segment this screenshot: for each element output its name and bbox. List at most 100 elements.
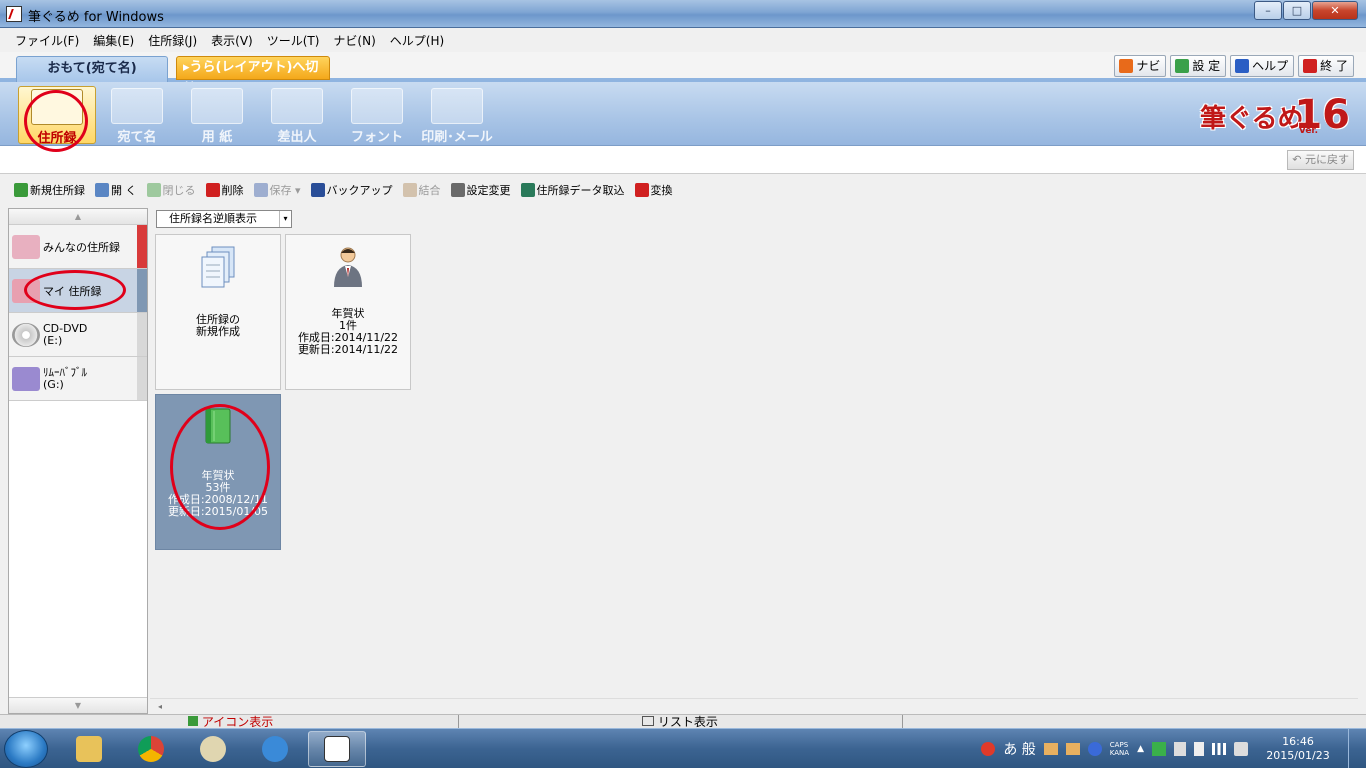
- sort-order-select[interactable]: 住所録名逆順表示 ▾: [156, 210, 292, 228]
- toolbar-item-5[interactable]: バックアップ: [310, 182, 393, 198]
- taskbar-chrome[interactable]: [122, 731, 180, 767]
- usb-icon[interactable]: [1194, 742, 1204, 756]
- toolbar-item-6: 結合: [402, 182, 441, 198]
- folder-icon: [76, 736, 102, 762]
- exit-button[interactable]: 終 了: [1298, 55, 1354, 77]
- toolbar-icon: [450, 183, 465, 197]
- taskbar-fudegurume[interactable]: [308, 731, 366, 767]
- scroll-down-button[interactable]: ▼: [9, 697, 147, 713]
- exit-x-icon: [1303, 59, 1318, 73]
- ribbon-sender[interactable]: 差出人: [258, 86, 336, 145]
- paper-icon: [191, 88, 243, 124]
- pen-icon[interactable]: [1174, 742, 1186, 756]
- location-pane: ▲ みんなの住所録 マイ 住所録 CD-DVD (E:) ﾘﾑｰﾊﾞﾌﾞﾙ (G…: [8, 208, 148, 714]
- ribbon-paper[interactable]: 用 紙: [178, 86, 256, 145]
- taskbar-explorer[interactable]: [60, 731, 118, 767]
- minimize-button[interactable]: –: [1254, 1, 1282, 20]
- person-icon: [334, 247, 362, 287]
- taskbar-ie[interactable]: [246, 731, 304, 767]
- ime-tools-icon[interactable]: [1065, 743, 1080, 755]
- menu-bar: ファイル(F) 編集(E) 住所録(J) 表示(V) ツール(T) ナビ(N) …: [0, 28, 1366, 52]
- ribbon-font[interactable]: フォント: [338, 86, 416, 145]
- ime-icon[interactable]: [981, 742, 996, 756]
- volume-muted-icon[interactable]: [1234, 742, 1248, 756]
- taskbar: あ 般 CAPS KANA ▲ 16:46 2015/01/23: [0, 728, 1366, 768]
- undo-icon: ↶: [1292, 153, 1302, 166]
- new-address-book-card[interactable]: 住所録の 新規作成: [155, 234, 281, 390]
- toolbar-item-3[interactable]: 削除: [205, 182, 244, 198]
- horizontal-scrollbar[interactable]: ◂: [150, 698, 1358, 714]
- divider: [902, 715, 903, 729]
- tab-back-side[interactable]: ▸うら(レイアウト)へ切替: [176, 56, 330, 97]
- sidebar-item-my-address-book[interactable]: マイ 住所録: [9, 269, 147, 313]
- toolbar-item-1[interactable]: 開 く: [95, 182, 137, 198]
- cd-icon: [12, 323, 40, 347]
- toolbar-item-4: 保存 ▾: [253, 182, 301, 198]
- toolbar-icon: [634, 183, 649, 197]
- toolbar-icon: [205, 183, 220, 197]
- menu-edit[interactable]: 編集(E): [86, 32, 141, 49]
- scroll-up-button[interactable]: ▲: [9, 209, 147, 225]
- navi-button[interactable]: ナビ: [1114, 55, 1167, 77]
- start-button[interactable]: [4, 730, 48, 768]
- flag-icon[interactable]: [1152, 742, 1166, 756]
- close-button[interactable]: ✕: [1312, 1, 1358, 20]
- ribbon: 住所録 宛て名 用 紙 差出人 フォント 印刷･メール 筆ぐるめ 16 Ver.: [0, 82, 1366, 146]
- clock[interactable]: 16:46 2015/01/23: [1256, 735, 1340, 763]
- toolbar-icon: [146, 183, 161, 197]
- toolbar-item-0[interactable]: 新規住所録: [14, 182, 85, 198]
- toolbar-item-9[interactable]: 変換: [634, 182, 673, 198]
- toolbar-icon: [253, 183, 268, 197]
- network-signal-icon[interactable]: [1212, 743, 1226, 755]
- ie-icon: [262, 736, 288, 762]
- app-window: 筆ぐるめ for Windows – □ ✕ ファイル(F) 編集(E) 住所録…: [0, 0, 1366, 729]
- icon-view-tab[interactable]: アイコン表示: [188, 716, 273, 728]
- undo-row: ↶ 元に戻す: [0, 146, 1366, 174]
- title-bar[interactable]: 筆ぐるめ for Windows – □ ✕: [0, 0, 1366, 28]
- sidebar-item-cd-dvd[interactable]: CD-DVD (E:): [9, 313, 147, 357]
- list-view-tab[interactable]: リスト表示: [642, 716, 718, 728]
- sidebar-item-shared-address-book[interactable]: みんなの住所録: [9, 225, 147, 269]
- settings-button[interactable]: 設 定: [1170, 55, 1227, 77]
- tab-front-side[interactable]: おもて(宛て名): [16, 56, 168, 82]
- menu-tools[interactable]: ツール(T): [260, 32, 327, 49]
- chrome-icon: [138, 736, 164, 762]
- postcard-pen-icon: [111, 88, 163, 124]
- app-icon[interactable]: [6, 6, 22, 22]
- indicator-bar: [137, 225, 147, 268]
- menu-help[interactable]: ヘルプ(H): [383, 32, 451, 49]
- ime-help-icon[interactable]: [1087, 742, 1102, 756]
- toolbar-item-7[interactable]: 設定変更: [450, 182, 511, 198]
- menu-view[interactable]: 表示(V): [204, 32, 260, 49]
- toolbar: 新規住所録開 く閉じる 削除 保存 ▾ バックアップ 結合 設定変更 住所録データ取込 変換: [0, 176, 1366, 204]
- ribbon-recipient[interactable]: 宛て名: [98, 86, 176, 145]
- ribbon-print-mail[interactable]: 印刷･メール: [418, 86, 496, 145]
- caps-kana-indicator: CAPS KANA: [1109, 741, 1130, 757]
- menu-address-book[interactable]: 住所録(J): [141, 32, 204, 49]
- maximize-button[interactable]: □: [1283, 1, 1311, 20]
- ime-mode[interactable]: あ 般: [1003, 739, 1035, 759]
- ribbon-address-book[interactable]: 住所録: [18, 86, 96, 146]
- font-icon: [351, 88, 403, 124]
- sidebar-item-removable[interactable]: ﾘﾑｰﾊﾞﾌﾞﾙ (G:): [9, 357, 147, 401]
- undo-button[interactable]: ↶ 元に戻す: [1287, 150, 1354, 170]
- palette-icon: [200, 736, 226, 762]
- show-desktop-button[interactable]: [1348, 729, 1360, 768]
- window-title: 筆ぐるめ for Windows: [28, 10, 164, 25]
- toolbar-item-2: 閉じる: [146, 182, 196, 198]
- toolbar-icon: [402, 183, 417, 197]
- address-book-card-selected[interactable]: 年賀状 53件 作成日:2008/12/11 更新日:2015/01/05: [155, 394, 281, 550]
- help-button[interactable]: ヘルプ: [1230, 55, 1295, 77]
- new-document-icon: [201, 246, 235, 288]
- show-hidden-icons[interactable]: ▲: [1137, 744, 1144, 754]
- menu-navi[interactable]: ナビ(N): [326, 32, 382, 49]
- toolbar-icon: [14, 183, 28, 197]
- taskbar-paint[interactable]: [184, 731, 242, 767]
- address-book-icon: [31, 89, 83, 125]
- fudegurume-icon: [324, 736, 350, 762]
- dropdown-arrow-icon[interactable]: ▾: [279, 211, 291, 227]
- menu-file[interactable]: ファイル(F): [8, 32, 86, 49]
- toolbar-item-8[interactable]: 住所録データ取込: [520, 182, 625, 198]
- address-book-card[interactable]: 年賀状 1件 作成日:2014/11/22 更新日:2014/11/22: [285, 234, 411, 390]
- ime-dictionary-icon[interactable]: [1043, 743, 1058, 755]
